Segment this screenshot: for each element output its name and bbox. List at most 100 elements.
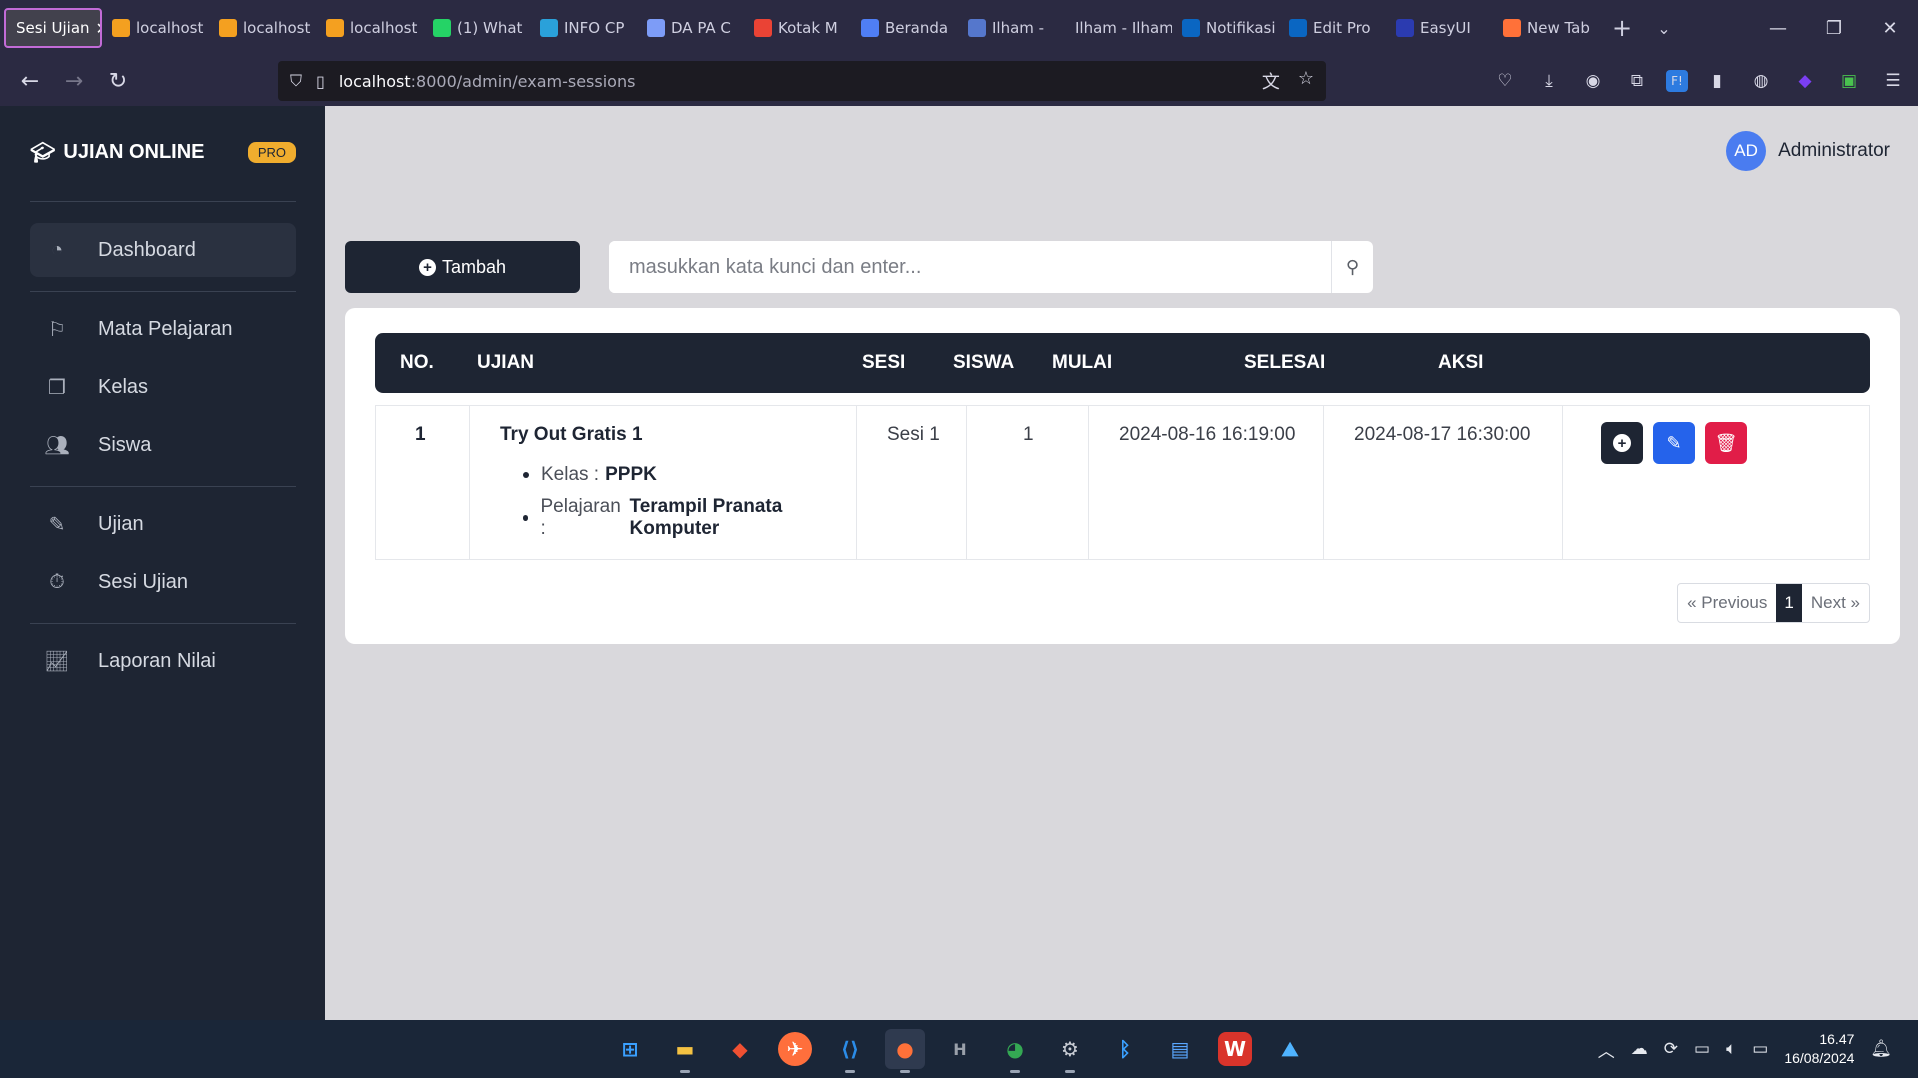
volume-icon[interactable]: 🔈︎ [1726,1039,1736,1059]
sidebar-item-sesi-ujian[interactable]: ⏱︎ Sesi Ujian [30,555,296,609]
settings-gear-icon[interactable]: ⚙ [1050,1029,1090,1073]
extension-diamond-icon[interactable]: ◆ [1790,66,1820,96]
notification-bell-icon[interactable]: 🔔︎ [1870,1039,1892,1059]
brand[interactable]: 🎓︎ UJIAN ONLINE PRO [30,140,296,165]
translate-icon[interactable]: 文 [1262,68,1280,94]
menu-icon[interactable]: ☰ [1878,66,1908,96]
browser-tab[interactable]: Notifikasi [1172,8,1279,48]
browser-tab[interactable]: (1) What [423,8,530,48]
add-student-button[interactable]: + [1601,422,1643,464]
new-tab-button[interactable]: + [1600,14,1644,42]
search-input[interactable] [609,241,1331,293]
browser-tab[interactable]: DA PA C [637,8,744,48]
postman-icon[interactable]: ✈ [778,1032,812,1066]
column-header-no: NO. [400,352,434,373]
git-icon[interactable]: ◆ [720,1029,760,1069]
firefox-icon[interactable]: ● [885,1029,925,1073]
tab-title: DA PA C [671,19,731,37]
reload-icon[interactable]: ↻ [96,61,140,101]
sidebar-item-mata-pelajaran[interactable]: ⚐ Mata Pelajaran [30,302,296,356]
sidebar-item-laporan-nilai[interactable]: 📈︎ Laporan Nilai [30,634,296,688]
current-page[interactable]: 1 [1776,584,1802,622]
browser-tab[interactable]: Edit Pro [1279,8,1386,48]
sidebar-item-kelas[interactable]: ❐ Kelas [30,360,296,414]
bookmark-star-icon[interactable]: ☆ [1298,68,1314,94]
table-row: 1 Try Out Gratis 1 Kelas : PPPK Pelajara… [375,405,1870,560]
browser-tab[interactable]: Ilham - [958,8,1065,48]
restore-icon[interactable]: ❐ [1806,0,1862,56]
firefox-icon [1503,19,1521,37]
browser-tab[interactable]: localhost [316,8,423,48]
delete-button[interactable]: 🗑︎ [1705,422,1747,464]
add-button-label: Tambah [441,256,507,277]
user-menu[interactable]: AD Administrator [1726,131,1890,171]
chrome-icon[interactable]: ◕ [995,1029,1035,1073]
add-button[interactable]: + Tambah [345,241,580,293]
extension-f-icon[interactable]: F! [1666,70,1688,92]
search-box: ⚲ [609,241,1373,293]
file-explorer-icon[interactable]: ▬ [665,1029,705,1073]
battery-icon[interactable]: ▭ [1752,1039,1768,1059]
edit-icon: ✎ [48,513,66,536]
forward-arrow-icon[interactable]: → [52,61,96,101]
exam-subject: Pelajaran : Terampil Pranata Komputer [523,496,856,540]
windows-start-icon[interactable]: ⊞ [610,1029,650,1069]
browser-toolbar: ♡ ⤓ ◉ ⧉ F! ▮ ◍ ◆ ▣ ☰ [1490,56,1908,106]
back-arrow-icon[interactable]: ← [8,61,52,101]
sidebar-item-label: Dashboard [98,238,196,261]
sync-icon[interactable]: ⟳ [1664,1039,1678,1059]
vscode-icon[interactable]: ⟨⟩ [830,1029,870,1073]
browser-tab[interactable]: localhost [102,8,209,48]
graduation-cap-icon: 🎓︎ [30,142,56,164]
tab-list-chevron-icon[interactable]: ⌄ [1644,19,1684,38]
page-info-icon[interactable]: ▯ [316,72,325,91]
browser-tab[interactable]: Beranda [851,8,958,48]
minimize-icon[interactable]: — [1750,0,1806,56]
link-icon [647,19,665,37]
tab-title: Kotak M [778,19,838,37]
table-header: NO. UJIAN SESI SISWA MULAI SELESAI AKSI [375,333,1870,393]
class-label: Kelas : [541,464,600,485]
tab-title: localhost [136,19,204,37]
sidebar-item-ujian[interactable]: ✎ Ujian [30,497,296,551]
onedrive-cloud-icon[interactable]: ☁ [1631,1039,1648,1059]
close-window-icon[interactable]: ✕ [1862,0,1918,56]
sidebar-item-dashboard[interactable]: ◔ Dashboard [30,223,296,277]
extensions-icon[interactable]: ⧉ [1622,66,1652,96]
url-host: localhost [338,71,411,91]
search-icon[interactable]: ⚲ [1331,241,1373,293]
sidebar-item-siswa[interactable]: 👥︎ Siswa [30,418,296,472]
browser-tab[interactable]: Ilham - Ilham [1065,8,1172,48]
extension-book-icon[interactable]: ▮ [1702,66,1732,96]
wps-office-icon[interactable]: W [1218,1032,1252,1066]
shield-icon[interactable]: ⛉ [290,71,302,91]
browser-tab[interactable]: Sesi Ujian✕ [4,8,102,48]
edit-button[interactable]: ✎ [1653,422,1695,464]
bluetooth-icon[interactable]: ᛒ [1105,1029,1145,1069]
photos-icon[interactable]: ⛰ [1270,1029,1310,1069]
next-page-link[interactable]: Next » [1802,584,1869,622]
browser-tab[interactable]: EasyUI [1386,8,1493,48]
globe-icon[interactable]: ◍ [1746,66,1776,96]
browser-tab[interactable]: localhost [209,8,316,48]
address-bar[interactable]: ⛉ ▯ localhost:8000/admin/exam-sessions 文… [278,61,1326,101]
download-icon[interactable]: ⤓ [1534,66,1564,96]
exam-class: Kelas : PPPK [523,464,657,486]
extension-clipboard-icon[interactable]: ▣ [1834,66,1864,96]
tab-title: localhost [350,19,418,37]
chevron-up-icon[interactable]: ︿ [1598,1037,1615,1062]
browser-tab[interactable]: New Tab [1493,8,1600,48]
canva-icon [861,19,879,37]
cell-session: Sesi 1 [857,406,967,559]
previous-page-link[interactable]: « Previous [1678,584,1776,622]
browser-tab[interactable]: Kotak M [744,8,851,48]
heidisql-icon[interactable]: H [940,1029,980,1069]
pocket-icon[interactable]: ♡ [1490,66,1520,96]
account-icon[interactable]: ◉ [1578,66,1608,96]
clock[interactable]: 16.47 16/08/2024 [1784,1030,1854,1068]
network-icon[interactable]: ▭ [1694,1039,1710,1059]
browser-tab[interactable]: INFO CP [530,8,637,48]
bullet [523,472,529,478]
notepad-icon[interactable]: ▤ [1160,1029,1200,1069]
column-header-aksi: AKSI [1438,352,1484,373]
